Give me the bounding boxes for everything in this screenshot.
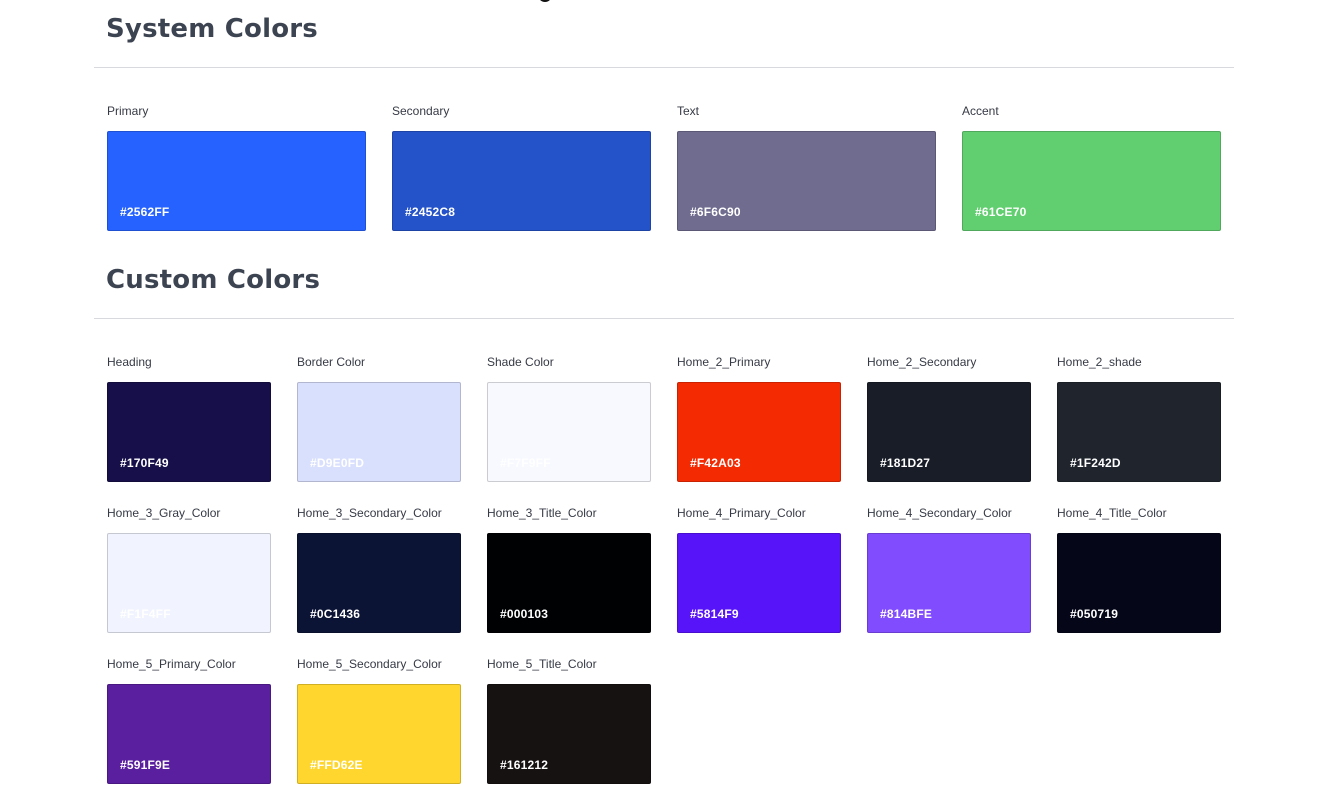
swatch-hex-code: #F1F4FF <box>120 607 171 621</box>
color-swatch[interactable]: #F42A03 <box>677 382 841 482</box>
system-colors-title: System Colors <box>106 14 318 44</box>
color-swatch[interactable]: #591F9E <box>107 684 271 784</box>
color-swatch[interactable]: #181D27 <box>867 382 1031 482</box>
cropped-heading-fragment <box>520 0 564 4</box>
swatch-hex-code: #591F9E <box>120 758 171 772</box>
swatch-hex-code: #F7F9FF <box>500 456 551 470</box>
swatch-hex-code: #814BFE <box>880 607 933 621</box>
swatch-label: Primary <box>107 104 149 118</box>
swatch-label: Secondary <box>392 104 450 118</box>
color-swatch[interactable]: #170F49 <box>107 382 271 482</box>
swatch-label: Home_4_Secondary_Color <box>867 506 1012 520</box>
color-swatch[interactable]: #F1F4FF <box>107 533 271 633</box>
custom-colors-divider <box>94 318 1234 319</box>
swatch-hex-code: #5814F9 <box>690 607 739 621</box>
swatch-hex-code: #F42A03 <box>690 456 741 470</box>
swatch-label: Text <box>677 104 700 118</box>
swatch-hex-code: #FFD62E <box>310 758 363 772</box>
color-swatch[interactable]: #61CE70 <box>962 131 1221 231</box>
swatch-hex-code: #2562FF <box>120 205 170 219</box>
swatch-hex-code: #0C1436 <box>310 607 361 621</box>
swatch-hex-code: #2452C8 <box>405 205 456 219</box>
swatch-label: Border Color <box>297 355 366 369</box>
color-swatch[interactable]: #161212 <box>487 684 651 784</box>
swatch-label: Shade Color <box>487 355 554 369</box>
color-swatch[interactable]: #D9E0FD <box>297 382 461 482</box>
swatch-hex-code: #181D27 <box>880 456 931 470</box>
swatch-label: Home_5_Title_Color <box>487 657 597 671</box>
swatch-hex-code: #6F6C90 <box>690 205 741 219</box>
swatch-label: Accent <box>962 104 999 118</box>
swatch-hex-code: #170F49 <box>120 456 169 470</box>
swatch-label: Home_3_Gray_Color <box>107 506 221 520</box>
color-swatch[interactable]: #0C1436 <box>297 533 461 633</box>
swatch-hex-code: #1F242D <box>1070 456 1121 470</box>
swatch-label: Home_4_Primary_Color <box>677 506 806 520</box>
color-swatch[interactable]: #000103 <box>487 533 651 633</box>
swatch-hex-code: #61CE70 <box>975 205 1027 219</box>
color-swatch[interactable]: #050719 <box>1057 533 1221 633</box>
color-swatch[interactable]: #FFD62E <box>297 684 461 784</box>
color-palette-page: System Colors Primary #2562FF Secondary … <box>0 0 1321 812</box>
swatch-hex-code: #D9E0FD <box>310 456 365 470</box>
color-swatch[interactable]: #2562FF <box>107 131 366 231</box>
swatch-label: Home_2_shade <box>1057 355 1142 369</box>
color-swatch[interactable]: #2452C8 <box>392 131 651 231</box>
system-colors-divider <box>94 67 1234 68</box>
swatch-hex-code: #161212 <box>500 758 549 772</box>
swatch-label: Home_3_Secondary_Color <box>297 506 442 520</box>
swatch-label: Home_5_Primary_Color <box>107 657 236 671</box>
swatch-label: Home_2_Secondary <box>867 355 977 369</box>
swatch-label: Home_2_Primary <box>677 355 771 369</box>
swatch-label: Home_4_Title_Color <box>1057 506 1167 520</box>
color-swatch[interactable]: #1F242D <box>1057 382 1221 482</box>
custom-colors-title: Custom Colors <box>106 265 321 295</box>
swatch-hex-code: #000103 <box>500 607 549 621</box>
swatch-label: Home_5_Secondary_Color <box>297 657 442 671</box>
swatch-hex-code: #050719 <box>1070 607 1119 621</box>
swatch-label: Heading <box>107 355 152 369</box>
swatch-label: Home_3_Title_Color <box>487 506 597 520</box>
color-swatch[interactable]: #5814F9 <box>677 533 841 633</box>
color-swatch[interactable]: #F7F9FF <box>487 382 651 482</box>
color-swatch[interactable]: #6F6C90 <box>677 131 936 231</box>
color-swatch[interactable]: #814BFE <box>867 533 1031 633</box>
